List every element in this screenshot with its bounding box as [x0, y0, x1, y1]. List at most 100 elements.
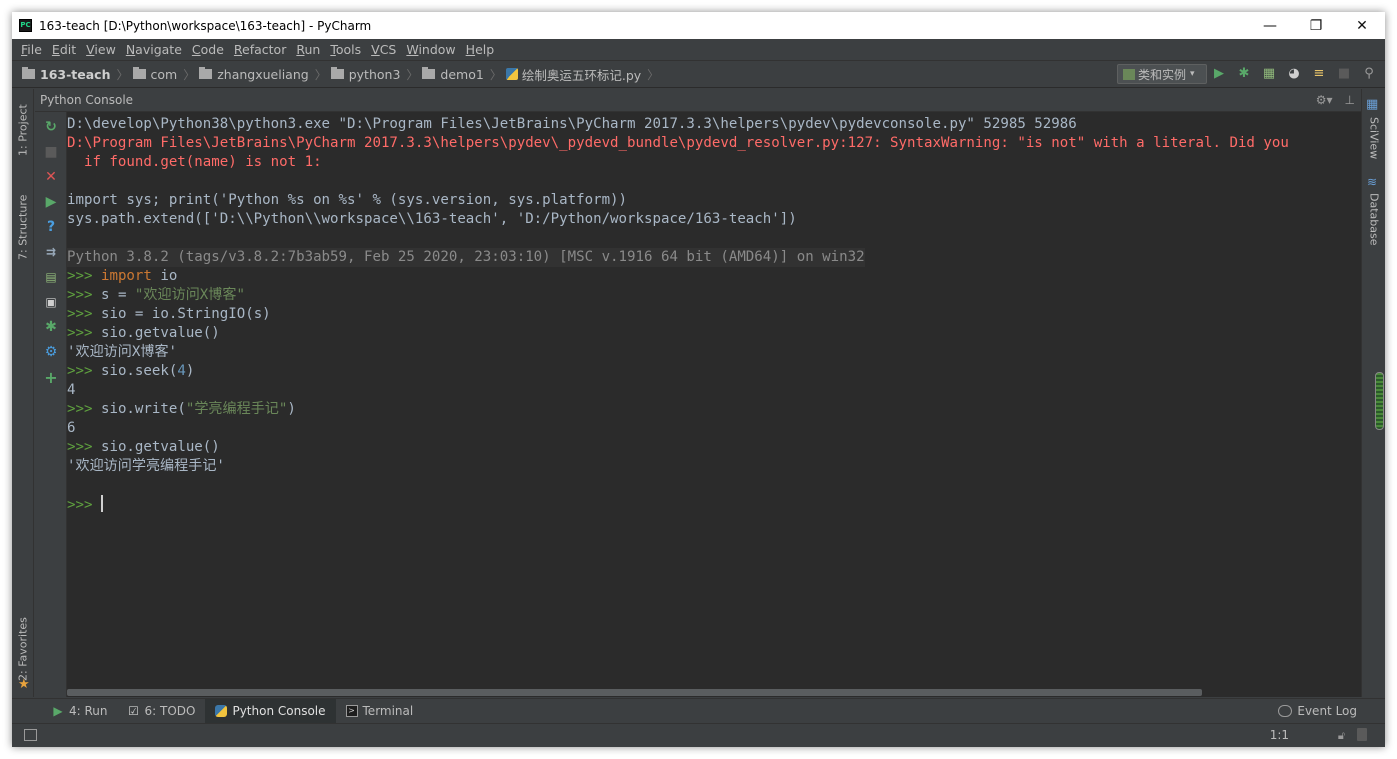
bottom-tool-bar: ▶ 4: Run ☑ 6: TODO Python Console > Term…	[12, 698, 1385, 724]
tab-python-console[interactable]: Python Console	[205, 698, 336, 724]
close-button[interactable]: ✕	[1339, 12, 1385, 39]
python-icon	[215, 705, 228, 717]
status-bar: 1:1 🔓︎	[12, 723, 1385, 747]
tab-terminal-label: Terminal	[362, 704, 414, 718]
console-history-icon[interactable]: ▣	[41, 293, 61, 311]
profile-icon[interactable]: ◕	[1286, 66, 1302, 82]
console-input-line: >>> sio.write("学亮编程手记")	[67, 401, 296, 417]
menu-tools[interactable]: Tools	[325, 42, 366, 57]
pycharm-window: PC 163-teach [D:\Python\workspace\163-te…	[12, 12, 1385, 747]
tab-structure[interactable]: 7: Structure	[14, 185, 32, 269]
event-log-button[interactable]: Event Log	[1278, 698, 1357, 723]
restore-button[interactable]: ❐	[1293, 12, 1339, 39]
console-line-banner: Python 3.8.2 (tags/v3.8.2:7b3ab59, Feb 2…	[67, 248, 865, 267]
execute-icon[interactable]: ▶	[41, 193, 61, 211]
folder-icon	[132, 67, 146, 79]
console-output-line: '欢迎访问学亮编程手记'	[67, 458, 225, 474]
tab-database[interactable]: Database	[1365, 193, 1383, 253]
horizontal-scrollbar-thumb[interactable]	[67, 689, 1202, 696]
python-file-icon	[505, 68, 518, 80]
coverage-icon[interactable]: ▦	[1261, 66, 1277, 82]
memory-indicator-icon[interactable]	[1357, 728, 1367, 741]
menu-bar: File Edit View Navigate Code Refactor Ru…	[12, 39, 1385, 61]
tab-project[interactable]: 1: Project	[14, 95, 32, 165]
menu-file[interactable]: File	[16, 42, 47, 57]
console-input-line: >>> import io	[67, 268, 178, 284]
run-configuration-select[interactable]: 类和实例 ▾	[1117, 64, 1207, 84]
python-config-icon	[1123, 68, 1135, 80]
menu-refactor[interactable]: Refactor	[229, 42, 291, 57]
breadcrumb-label: com	[150, 66, 178, 82]
menu-edit[interactable]: Edit	[47, 42, 81, 57]
close-console-icon[interactable]: ✕	[41, 168, 61, 186]
title-bar: PC 163-teach [D:\Python\workspace\163-te…	[12, 12, 1385, 39]
menu-vcs[interactable]: VCS	[366, 42, 401, 57]
breadcrumb-zhangxueliang[interactable]: zhangxueliang 〉	[199, 66, 327, 83]
minimize-button[interactable]: —	[1247, 12, 1293, 39]
menu-navigate[interactable]: Navigate	[121, 42, 187, 57]
star-icon: ★	[18, 677, 30, 692]
event-log-label: Event Log	[1297, 703, 1357, 718]
tab-run[interactable]: ▶ 4: Run	[42, 699, 118, 724]
breadcrumb-label: demo1	[440, 66, 484, 82]
text-caret	[100, 495, 103, 512]
settings-gear-icon[interactable]: ⚙▾	[1316, 93, 1333, 107]
soft-wrap-icon[interactable]: ⇉	[41, 243, 61, 261]
console-input-line: >>> s = "欢迎访问X博客"	[67, 287, 245, 303]
breadcrumb-python3[interactable]: python3 〉	[330, 66, 419, 83]
breadcrumb-demo1[interactable]: demo1 〉	[422, 66, 502, 83]
stop-icon[interactable]: ■	[41, 143, 61, 161]
navigation-bar: 163-teach 〉 com 〉 zhangxueliang 〉 python…	[12, 61, 1385, 88]
menu-window[interactable]: Window	[401, 42, 460, 57]
menu-help[interactable]: Help	[461, 42, 500, 57]
chevron-right-icon: 〉	[406, 67, 419, 82]
console-line: sys.path.extend(['D:\\Python\\workspace\…	[67, 211, 797, 227]
menu-run[interactable]: Run	[291, 42, 325, 57]
build-icon[interactable]: ≡	[1311, 66, 1327, 82]
console-prompt-input[interactable]: >>>	[67, 495, 103, 514]
breadcrumb-file[interactable]: 绘制奥运五环标记.py 〉	[505, 65, 659, 84]
tab-run-label: 4: Run	[69, 704, 108, 718]
toggle-tool-windows-icon[interactable]	[24, 729, 37, 741]
chevron-right-icon: 〉	[489, 67, 502, 82]
tab-database-label: Database	[1367, 193, 1381, 246]
console-input-line: >>> sio.getvalue()	[67, 325, 220, 341]
menu-code[interactable]: Code	[187, 42, 229, 57]
breadcrumb-com[interactable]: com 〉	[132, 66, 196, 83]
breadcrumb-project[interactable]: 163-teach 〉	[22, 66, 129, 83]
tab-terminal[interactable]: > Terminal	[336, 699, 424, 724]
attach-debugger-icon[interactable]: ✱	[41, 318, 61, 336]
tab-sciview[interactable]: SciView	[1365, 117, 1383, 167]
hide-panel-icon[interactable]: ⊥	[1345, 93, 1355, 107]
run-icon[interactable]: ▶	[1211, 66, 1227, 82]
tab-todo-label: 6: TODO	[144, 704, 196, 718]
console-output-line: '欢迎访问X博客'	[67, 344, 178, 360]
rerun-icon[interactable]: ↻	[41, 118, 61, 136]
run-configuration-label: 类和实例	[1138, 67, 1187, 82]
folder-icon	[22, 67, 35, 79]
chevron-right-icon: 〉	[183, 67, 196, 82]
stop-icon[interactable]: ■	[1336, 66, 1352, 82]
console-settings-icon[interactable]: ⚙	[41, 343, 61, 361]
database-icon: ≋	[1367, 175, 1378, 189]
menu-view[interactable]: View	[81, 42, 121, 57]
cursor-position[interactable]: 1:1	[1270, 728, 1289, 742]
folder-icon	[330, 67, 344, 79]
pycharm-app-icon: PC	[19, 19, 32, 32]
tab-favorites-label: 2: Favorites	[16, 617, 30, 681]
search-icon[interactable]: ⚲	[1361, 66, 1377, 82]
vertical-scrollbar[interactable]	[1375, 372, 1384, 430]
tab-structure-label: 7: Structure	[16, 194, 30, 260]
show-variables-icon[interactable]: ▤	[41, 268, 61, 286]
lock-icon[interactable]: 🔓︎	[1338, 729, 1345, 743]
console-line-error: D:\Program Files\JetBrains\PyCharm 2017.…	[67, 135, 1289, 151]
help-icon[interactable]: ?	[41, 218, 61, 236]
breadcrumb-label: python3	[348, 66, 401, 82]
horizontal-scrollbar[interactable]	[67, 688, 1361, 697]
new-console-icon[interactable]: +	[41, 368, 61, 387]
run-icon: ▶	[53, 704, 63, 718]
tab-todo[interactable]: ☑ 6: TODO	[118, 699, 206, 724]
console-output[interactable]: D:\develop\Python38\python3.exe "D:\Prog…	[67, 112, 1361, 688]
chevron-right-icon: 〉	[314, 67, 327, 82]
debug-icon[interactable]: ✱	[1236, 66, 1252, 82]
